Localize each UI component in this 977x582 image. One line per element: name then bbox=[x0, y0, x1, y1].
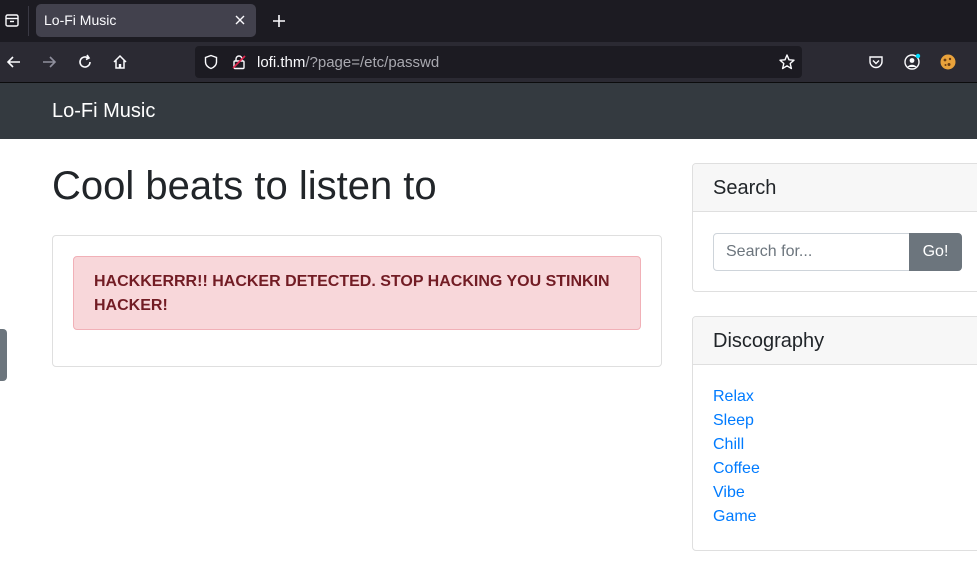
search-input[interactable] bbox=[713, 233, 910, 271]
discography-card-title: Discography bbox=[693, 317, 977, 365]
home-icon[interactable] bbox=[108, 50, 132, 74]
pocket-icon[interactable] bbox=[864, 50, 888, 74]
discography-link-sleep[interactable]: Sleep bbox=[713, 412, 754, 429]
list-item: Vibe bbox=[713, 481, 971, 505]
search-card-title: Search bbox=[693, 164, 977, 212]
insecure-lock-icon[interactable] bbox=[231, 54, 247, 70]
url-path: /?page=/etc/passwd bbox=[305, 54, 440, 71]
list-item: Sleep bbox=[713, 409, 971, 433]
account-icon[interactable] bbox=[900, 50, 924, 74]
tab-separator bbox=[28, 6, 29, 36]
browser-tab[interactable]: Lo-Fi Music bbox=[36, 4, 256, 37]
list-item: Coffee bbox=[713, 457, 971, 481]
list-item: Chill bbox=[713, 433, 971, 457]
site-brand[interactable]: Lo-Fi Music bbox=[52, 100, 155, 123]
url-text: lofi.thm/?page=/etc/passwd bbox=[257, 54, 439, 71]
browser-nav-bar: lofi.thm/?page=/etc/passwd bbox=[0, 42, 977, 83]
discography-link-chill[interactable]: Chill bbox=[713, 436, 744, 453]
discography-link-vibe[interactable]: Vibe bbox=[713, 484, 745, 501]
search-card: Search Go! bbox=[692, 163, 977, 292]
list-item: Relax bbox=[713, 385, 971, 409]
extension-cookie-icon[interactable] bbox=[936, 50, 960, 74]
tracking-shield-icon[interactable] bbox=[203, 54, 219, 70]
list-item: Game bbox=[713, 505, 971, 529]
discography-link-coffee[interactable]: Coffee bbox=[713, 460, 760, 477]
discography-link-game[interactable]: Game bbox=[713, 508, 757, 525]
tab-title: Lo-Fi Music bbox=[44, 12, 117, 28]
new-tab-plus-icon[interactable] bbox=[268, 10, 290, 32]
side-scroll-handle[interactable] bbox=[0, 329, 7, 381]
discography-card: Discography Relax Sleep Chill Coffee Vib… bbox=[692, 316, 977, 551]
alert-message: HACKKERRR!! HACKER DETECTED. STOP HACKIN… bbox=[94, 273, 610, 314]
forward-arrow-icon[interactable] bbox=[37, 50, 61, 74]
search-go-button[interactable]: Go! bbox=[909, 233, 962, 271]
discography-list: Relax Sleep Chill Coffee Vibe Game bbox=[693, 365, 977, 549]
content-card: HACKKERRR!! HACKER DETECTED. STOP HACKIN… bbox=[52, 235, 662, 367]
site-navbar: Lo-Fi Music bbox=[0, 83, 977, 139]
bookmark-star-icon[interactable] bbox=[778, 53, 796, 71]
close-tab-icon[interactable] bbox=[230, 10, 250, 30]
page-title: Cool beats to listen to bbox=[52, 164, 437, 208]
discography-link-relax[interactable]: Relax bbox=[713, 388, 754, 405]
url-bar[interactable]: lofi.thm/?page=/etc/passwd bbox=[195, 46, 802, 78]
hacker-alert: HACKKERRR!! HACKER DETECTED. STOP HACKIN… bbox=[73, 256, 641, 330]
back-arrow-icon[interactable] bbox=[2, 50, 26, 74]
browser-tab-bar: Lo-Fi Music bbox=[0, 0, 977, 42]
reload-icon[interactable] bbox=[73, 50, 97, 74]
url-host: lofi.thm bbox=[257, 54, 306, 71]
tab-list-icon[interactable] bbox=[0, 8, 24, 32]
